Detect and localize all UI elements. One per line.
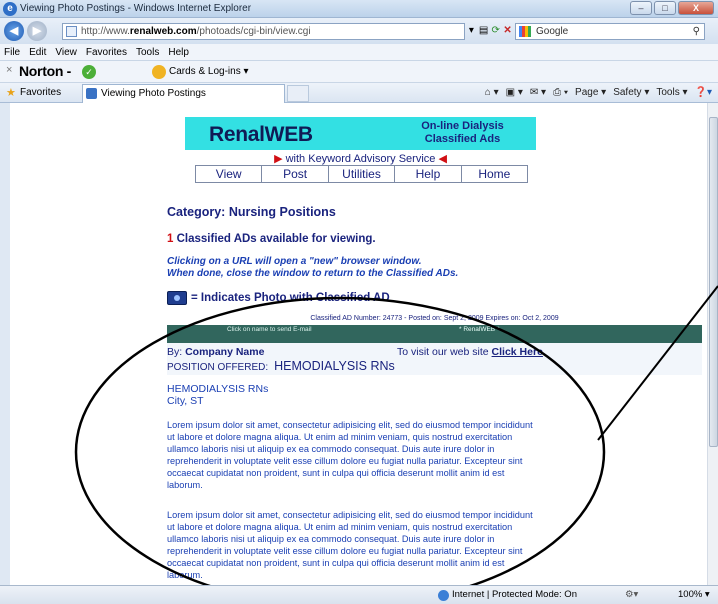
available-count: 1 Classified ADs available for viewing.	[167, 233, 376, 245]
menu-tools[interactable]: Tools	[136, 44, 159, 60]
norton-brand[interactable]: Norton -	[19, 63, 71, 79]
status-bar: Internet | Protected Mode: On ⚙▾ 100% ▾	[0, 585, 718, 604]
security-zone[interactable]: Internet | Protected Mode: On	[436, 586, 577, 604]
arrow-right-icon: ▶	[274, 153, 283, 165]
ad-body: By: Company Name To visit our web site C…	[167, 343, 702, 585]
vertical-scrollbar[interactable]	[707, 103, 718, 585]
ad-paragraph: Lorem ipsum dolor sit amet, consectetur …	[167, 420, 533, 490]
menu-help[interactable]: Help	[168, 44, 189, 60]
arrow-left-icon: ◀	[438, 153, 447, 165]
address-toolbar: ◀ ▶ http://www.renalweb.com/photoads/cgi…	[0, 18, 718, 44]
nav-view[interactable]: View	[196, 166, 263, 182]
ad-paragraph: Lorem ipsum dolor sit amet, consectetur …	[167, 510, 533, 580]
norton-close-button[interactable]: ×	[6, 64, 12, 76]
google-icon	[519, 26, 531, 37]
favorites-button[interactable]: Favorites	[6, 86, 61, 100]
mail-icon[interactable]: ✉ ▾	[530, 86, 546, 100]
ad-header-bar: Click on name to send E-mail * RenalWEB …	[167, 325, 702, 343]
title-bar: e Viewing Photo Postings - Windows Inter…	[0, 0, 718, 18]
browser-window: e Viewing Photo Postings - Windows Inter…	[0, 0, 718, 604]
photo-indicator: = Indicates Photo with Classified AD	[167, 291, 390, 305]
email-hint: Click on name to send E-mail	[227, 326, 312, 333]
ad-number-line: Classified AD Number: 24773 - Posted on:…	[310, 315, 559, 322]
close-button[interactable]: X	[678, 1, 714, 15]
byline: By: Company Name	[167, 346, 265, 358]
feeds-icon[interactable]: ▣ ▾	[506, 86, 523, 100]
page-content: RenalWEB On-line Dialysis Classified Ads…	[10, 103, 707, 585]
nav-help[interactable]: Help	[395, 166, 462, 182]
new-tab-button[interactable]	[287, 85, 309, 102]
norton-cards-button[interactable]: Cards & Log-ins ▾	[152, 65, 249, 79]
favorites-bar: Favorites Viewing Photo Postings ⌂ ▾ ▣ ▾…	[0, 83, 718, 103]
click-here-link[interactable]: Click Here	[492, 346, 543, 358]
compatibility-icon[interactable]: ▤	[479, 23, 488, 38]
menu-edit[interactable]: Edit	[29, 44, 46, 60]
ie-logo-icon: e	[3, 2, 17, 16]
refresh-icon[interactable]: ⟳	[491, 23, 500, 38]
visit-site: To visit our web site Click Here	[397, 346, 543, 358]
site-nav: View Post Utilities Help Home	[195, 165, 528, 183]
tools-menu[interactable]: Tools ▾	[656, 86, 687, 100]
home-icon[interactable]: ⌂ ▾	[485, 86, 499, 100]
page-icon	[66, 26, 77, 37]
accessibility-icon[interactable]: ⚙▾	[625, 586, 638, 604]
browser-tab[interactable]: Viewing Photo Postings	[82, 84, 285, 103]
stop-icon[interactable]: ✕	[503, 23, 512, 38]
camera-icon	[167, 291, 187, 305]
minimize-button[interactable]: –	[630, 1, 652, 15]
nav-utilities[interactable]: Utilities	[329, 166, 396, 182]
safety-menu[interactable]: Safety ▾	[613, 86, 649, 100]
norton-toolbar: × Norton - ✓ Cards & Log-ins ▾	[0, 61, 718, 83]
tab-page-icon	[86, 88, 97, 99]
ad-description: HEMODIALYSIS RNs City, ST Lorem ipsum do…	[167, 375, 702, 585]
back-button[interactable]: ◀	[4, 21, 24, 41]
instructions: Clicking on a URL will open a "new" brow…	[167, 256, 459, 279]
site-logo: RenalWEB	[209, 123, 313, 146]
nav-post[interactable]: Post	[262, 166, 329, 182]
maximize-button[interactable]: □	[654, 1, 676, 15]
help-icon[interactable]: ❓▾	[695, 86, 712, 100]
position-line: POSITION OFFERED: HEMODIALYSIS RNs	[167, 359, 395, 373]
search-input[interactable]: Google ⚲	[515, 23, 705, 40]
category-heading: Category: Nursing Positions	[167, 205, 336, 219]
scrollbar-thumb[interactable]	[709, 117, 718, 447]
forward-button[interactable]: ▶	[27, 21, 47, 41]
address-input[interactable]: http://www.renalweb.com/photoads/cgi-bin…	[62, 23, 465, 40]
company-name-link[interactable]: Company Name	[185, 346, 264, 358]
site-tagline: On-line Dialysis Classified Ads	[421, 120, 504, 145]
menu-file[interactable]: File	[4, 44, 20, 60]
job-title: HEMODIALYSIS RNs City, ST	[167, 383, 269, 407]
zoom-level[interactable]: 100% ▾	[678, 586, 710, 604]
dropdown-arrow-icon[interactable]: ▾	[467, 23, 476, 38]
norton-check-icon[interactable]: ✓	[82, 65, 96, 79]
position-title: HEMODIALYSIS RNs	[274, 359, 395, 373]
menu-bar: File Edit View Favorites Tools Help	[0, 44, 718, 61]
menu-view[interactable]: View	[55, 44, 77, 60]
page-menu[interactable]: Page ▾	[575, 86, 606, 100]
search-icon[interactable]: ⚲	[693, 24, 700, 39]
print-icon[interactable]: ⎙ ▾	[553, 86, 568, 100]
renalweb-banner[interactable]: RenalWEB On-line Dialysis Classified Ads	[185, 117, 536, 150]
advisory-line: ▶ with Keyword Advisory Service ◀	[274, 153, 447, 165]
window-title: Viewing Photo Postings - Windows Interne…	[20, 3, 252, 14]
menu-favorites[interactable]: Favorites	[86, 44, 127, 60]
site-tag: * RenalWEB *	[459, 326, 500, 333]
nav-home[interactable]: Home	[462, 166, 527, 182]
